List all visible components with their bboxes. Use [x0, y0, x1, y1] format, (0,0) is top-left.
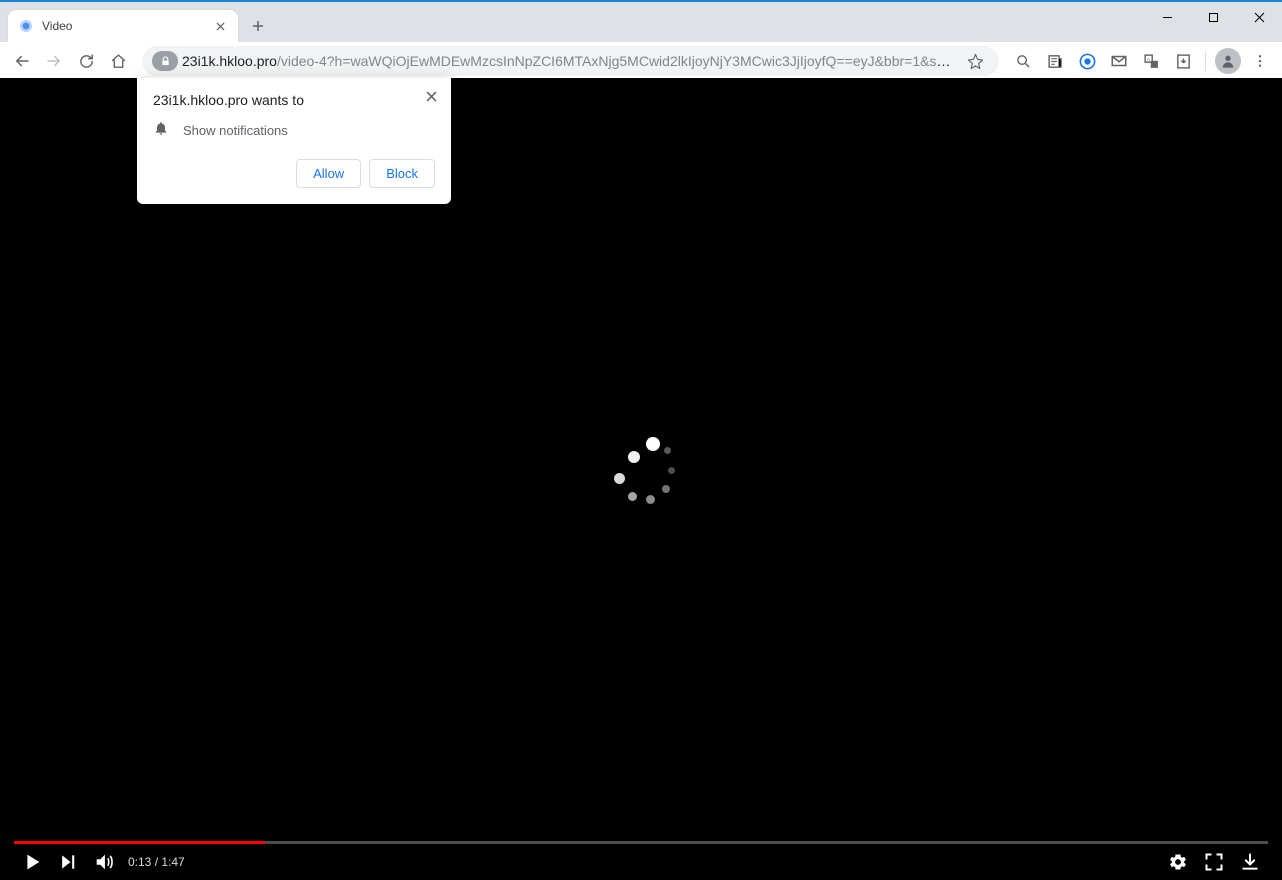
chrome-menu-button[interactable]: [1246, 47, 1274, 75]
extension-news-icon[interactable]: [1041, 47, 1069, 75]
next-button[interactable]: [50, 844, 86, 880]
video-controls-bar: 0:13 / 1:47: [0, 832, 1282, 880]
toolbar-separator: [1205, 51, 1206, 71]
tab-favicon: [18, 18, 34, 34]
profile-avatar-button[interactable]: [1214, 47, 1242, 75]
address-bar[interactable]: 23i1k.hkloo.pro/video-4?h=waWQiOjEwMDEwM…: [142, 46, 999, 76]
extension-translate-icon[interactable]: A: [1137, 47, 1165, 75]
settings-gear-icon[interactable]: [1160, 844, 1196, 880]
window-maximize-button[interactable]: [1190, 2, 1236, 32]
play-button[interactable]: [14, 844, 50, 880]
window-minimize-button[interactable]: [1144, 2, 1190, 32]
popup-close-icon[interactable]: [419, 84, 443, 108]
nav-forward-button: [40, 47, 68, 75]
tab-close-icon[interactable]: [212, 18, 228, 34]
bookmark-star-icon[interactable]: [961, 47, 989, 75]
extension-zoom-icon[interactable]: [1009, 47, 1037, 75]
bell-icon: [153, 120, 169, 141]
extension-import-icon[interactable]: [1169, 47, 1197, 75]
extension-shield-icon[interactable]: [1073, 47, 1101, 75]
block-button[interactable]: Block: [369, 159, 435, 188]
permission-request-text: Show notifications: [183, 123, 288, 138]
window-close-button[interactable]: [1236, 2, 1282, 32]
video-time-display: 0:13 / 1:47: [128, 855, 185, 869]
permission-origin-text: 23i1k.hkloo.pro wants to: [153, 92, 435, 108]
download-button[interactable]: [1232, 844, 1268, 880]
browser-tab[interactable]: Video: [8, 10, 238, 42]
notification-permission-popup: 23i1k.hkloo.pro wants to Show notificati…: [137, 78, 451, 204]
url-text: 23i1k.hkloo.pro/video-4?h=waWQiOjEwMDEwM…: [182, 53, 953, 69]
site-info-button[interactable]: [152, 51, 178, 71]
nav-reload-button[interactable]: [72, 47, 100, 75]
loading-spinner: [606, 437, 676, 507]
new-tab-button[interactable]: [244, 12, 272, 40]
extension-mail-icon[interactable]: [1105, 47, 1133, 75]
allow-button[interactable]: Allow: [296, 159, 361, 188]
nav-back-button[interactable]: [8, 47, 36, 75]
tab-title: Video: [42, 19, 212, 33]
nav-home-button[interactable]: [104, 47, 132, 75]
volume-button[interactable]: [86, 844, 122, 880]
fullscreen-button[interactable]: [1196, 844, 1232, 880]
